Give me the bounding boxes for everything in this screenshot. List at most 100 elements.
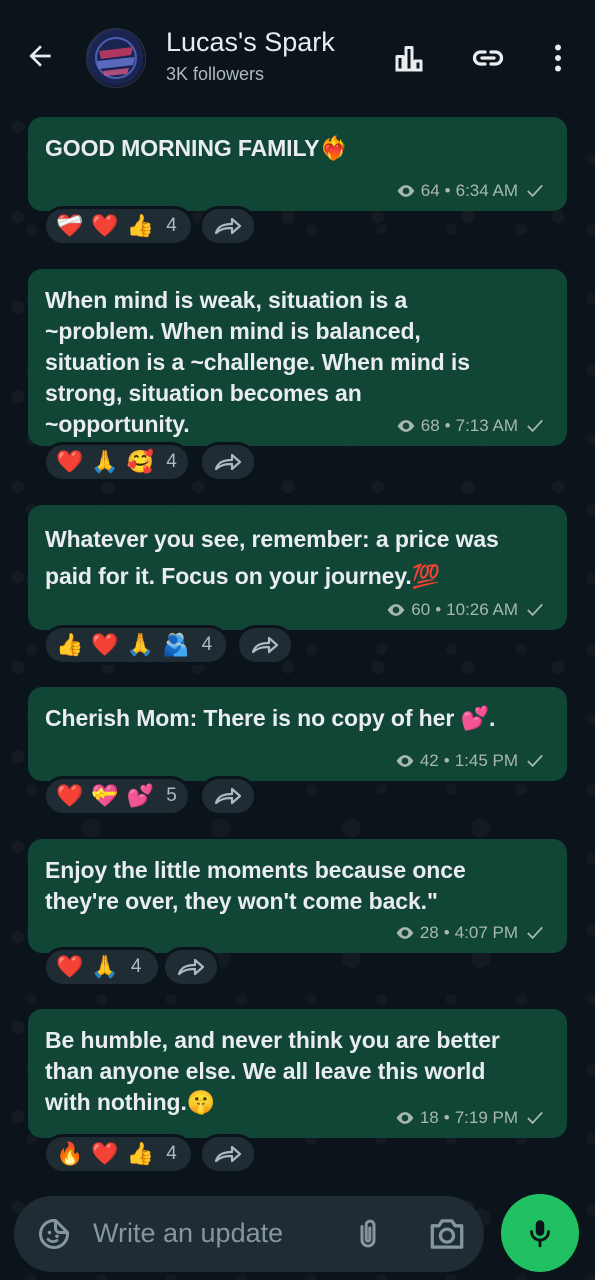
message-bubble[interactable]: When mind is weak, situation is a ~probl… xyxy=(28,269,567,446)
forward-button[interactable] xyxy=(236,625,294,665)
reaction-emoji: 🫂 xyxy=(162,632,190,657)
reaction-emoji: ❤️ xyxy=(56,783,84,808)
meta-separator: • xyxy=(443,1108,450,1127)
check-icon xyxy=(527,184,543,198)
meta-separator: • xyxy=(444,181,451,200)
meta-separator: • xyxy=(443,923,450,942)
more-options-button[interactable] xyxy=(538,38,578,78)
reaction-count: 4 xyxy=(166,215,177,236)
eye-icon xyxy=(396,755,414,767)
reaction-emoji: 👍 xyxy=(56,632,84,657)
message-text: Whatever you see, remember: a price was … xyxy=(45,526,499,589)
message-time: 7:13 AM xyxy=(455,416,518,435)
check-icon xyxy=(527,603,543,617)
reaction-emoji: 🥰 xyxy=(126,449,155,474)
sticker-button[interactable] xyxy=(36,1216,72,1252)
channel-title[interactable]: Lucas's Spark xyxy=(166,27,335,58)
reaction-emoji: ❤️ xyxy=(91,213,119,238)
camera-icon xyxy=(430,1219,464,1249)
reactions-bar[interactable]: ❤️‍🩹 ❤️ 👍 4 xyxy=(43,206,194,246)
camera-button[interactable] xyxy=(427,1216,467,1252)
eye-icon xyxy=(396,927,414,939)
message-text: GOOD MORNING FAMILY❤️‍🔥 xyxy=(45,135,349,161)
view-count: 68 xyxy=(420,416,440,435)
voice-message-button[interactable] xyxy=(501,1194,579,1272)
reactions-bar[interactable]: ❤️ 🙏 🥰 4 xyxy=(43,442,191,482)
message-feed[interactable]: GOOD MORNING FAMILY❤️‍🔥 64 • 6:34 AM ❤️‍… xyxy=(0,100,595,1180)
view-count: 60 xyxy=(411,600,431,619)
eye-icon xyxy=(397,185,415,197)
message-text: Be humble, and never think you are bette… xyxy=(45,1027,500,1115)
channel-header: Lucas's Spark 3K followers xyxy=(0,0,595,100)
forward-icon xyxy=(214,787,242,805)
forward-button[interactable] xyxy=(162,947,220,987)
message-time: 6:34 AM xyxy=(455,181,518,200)
reaction-emoji: 🙏 xyxy=(91,954,119,979)
message-time: 7:19 PM xyxy=(454,1108,518,1127)
message-meta: 60 • 10:26 AM xyxy=(386,600,545,620)
forward-icon xyxy=(251,636,279,654)
reaction-emoji: ❤️ xyxy=(91,632,119,657)
reaction-emoji: 💝 xyxy=(91,783,119,808)
attach-button[interactable] xyxy=(350,1214,386,1254)
update-input[interactable]: Write an update xyxy=(93,1218,283,1249)
poll-icon xyxy=(395,46,423,72)
meta-separator: • xyxy=(443,751,450,770)
message-bubble[interactable]: Whatever you see, remember: a price was … xyxy=(28,505,567,630)
sticker-icon xyxy=(39,1219,69,1249)
meta-separator: • xyxy=(435,600,442,619)
message-text: Enjoy the little moments because once th… xyxy=(45,857,466,914)
forward-icon xyxy=(214,217,242,235)
message-meta: 42 • 1:45 PM xyxy=(395,751,545,771)
back-button[interactable] xyxy=(22,38,58,74)
message-bubble[interactable]: GOOD MORNING FAMILY❤️‍🔥 64 • 6:34 AM xyxy=(28,117,567,211)
reaction-count: 4 xyxy=(201,634,213,655)
check-icon xyxy=(527,1111,543,1125)
message-meta: 28 • 4:07 PM xyxy=(395,923,545,943)
reactions-bar[interactable]: ❤️ 🙏 4 xyxy=(43,947,161,987)
update-composer[interactable]: Write an update xyxy=(14,1196,484,1272)
reactions-bar[interactable]: 🔥 ❤️ 👍 4 xyxy=(43,1134,194,1174)
reaction-emoji: ❤️ xyxy=(56,954,84,979)
eye-icon xyxy=(397,420,415,432)
forward-button[interactable] xyxy=(199,442,257,482)
link-icon xyxy=(472,50,504,66)
message-text: Cherish Mom: There is no copy of her 💕. xyxy=(45,705,496,731)
polls-button[interactable] xyxy=(389,38,429,78)
reaction-emoji: 🙏 xyxy=(91,449,119,474)
follower-count: 3K followers xyxy=(166,64,265,84)
forward-button[interactable] xyxy=(199,776,257,816)
reaction-emoji: 💕 xyxy=(126,783,155,808)
message-bubble[interactable]: Cherish Mom: There is no copy of her 💕. … xyxy=(28,687,567,781)
message-meta: 18 • 7:19 PM xyxy=(395,1108,545,1128)
eye-icon xyxy=(387,604,405,616)
share-link-button[interactable] xyxy=(468,38,508,78)
reaction-count: 4 xyxy=(166,451,177,472)
check-icon xyxy=(527,419,543,433)
arrow-left-icon xyxy=(29,45,51,67)
reaction-emoji: ❤️ xyxy=(56,449,84,474)
message-time: 4:07 PM xyxy=(454,923,518,942)
reaction-emoji: 👍 xyxy=(126,1141,155,1166)
forward-button[interactable] xyxy=(199,206,257,246)
reaction-emoji: 👍 xyxy=(126,213,155,238)
channel-avatar[interactable] xyxy=(86,28,146,88)
reaction-count: 4 xyxy=(166,1143,177,1164)
message-bubble[interactable]: Be humble, and never think you are bette… xyxy=(28,1009,567,1138)
message-bubble[interactable]: Enjoy the little moments because once th… xyxy=(28,839,567,953)
reaction-emoji: ❤️‍🩹 xyxy=(56,213,84,238)
reaction-emoji: ❤️ xyxy=(91,1141,119,1166)
check-icon xyxy=(527,754,543,768)
view-count: 42 xyxy=(419,751,439,770)
reactions-bar[interactable]: ❤️ 💝 💕 5 xyxy=(43,776,191,816)
meta-separator: • xyxy=(444,416,451,435)
forward-icon xyxy=(214,453,242,471)
check-icon xyxy=(527,926,543,940)
avatar-image xyxy=(89,31,143,85)
eye-icon xyxy=(396,1112,414,1124)
reactions-bar[interactable]: 👍 ❤️ 🙏 🫂 4 xyxy=(43,625,229,665)
forward-button[interactable] xyxy=(199,1134,257,1174)
reaction-emoji: 🔥 xyxy=(56,1141,84,1166)
view-count: 28 xyxy=(419,923,439,942)
message-time: 10:26 AM xyxy=(446,600,518,619)
